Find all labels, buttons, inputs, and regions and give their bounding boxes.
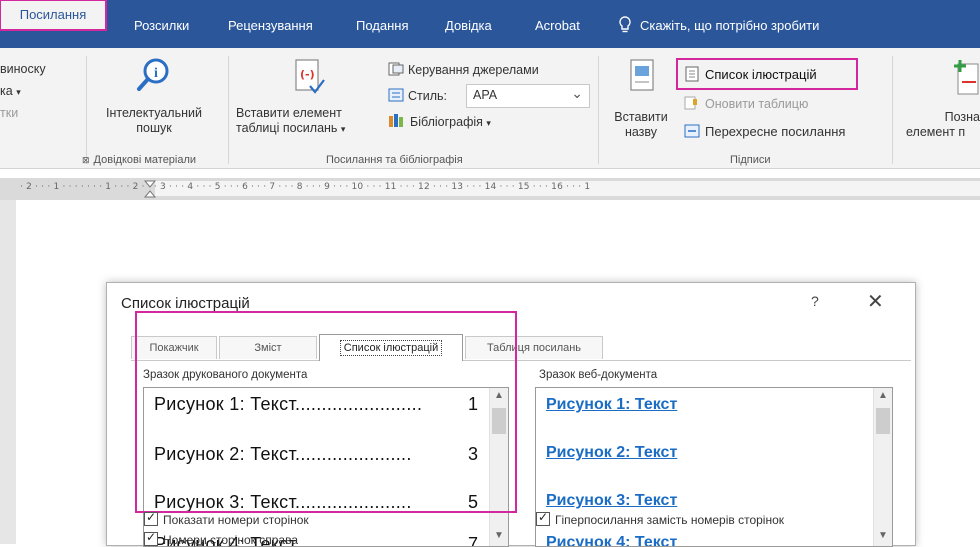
list-item[interactable]: Рисунок 3: Текст bbox=[546, 492, 677, 510]
group-label-citations: Посилання та бібліографія bbox=[326, 154, 463, 166]
list-item[interactable]: Рисунок 2: Текст bbox=[546, 444, 677, 462]
ribbon-tab-bar: Посилання Розсилки Рецензування Подання … bbox=[0, 0, 980, 48]
tab-mailings[interactable]: Розсилки bbox=[134, 15, 189, 37]
use-hyperlinks-checkbox[interactable]: Гіперпосилання замість номерів сторінок bbox=[536, 510, 784, 527]
horizontal-ruler[interactable]: · 2 · · · 1 · · · · · · · 1 · · · 2 · · … bbox=[0, 178, 980, 200]
style-selector[interactable]: Стиль: bbox=[388, 88, 447, 104]
highlight-print-preview bbox=[135, 311, 517, 513]
tab-acrobat[interactable]: Acrobat bbox=[535, 15, 580, 37]
search-icon[interactable]: i bbox=[134, 56, 172, 96]
bibliography-icon bbox=[389, 114, 403, 127]
tell-me-box[interactable]: Скажіть, що потрібно зробити bbox=[618, 15, 819, 37]
checkbox-icon bbox=[144, 510, 158, 526]
highlight-table-of-figures bbox=[676, 58, 858, 90]
manage-sources-button[interactable]: Керування джерелами bbox=[388, 62, 539, 78]
mark-entry-icon[interactable] bbox=[952, 56, 980, 96]
table-of-figures-dialog: Список ілюстрацій ? ✕ Покажчик Зміст Спи… bbox=[106, 282, 916, 547]
insert-citation-icon[interactable]: (-) bbox=[292, 58, 326, 98]
update-table-button: Оновити таблицю bbox=[684, 96, 808, 112]
tab-references[interactable]: Посилання bbox=[0, 0, 107, 31]
scroll-down-icon[interactable]: ▼ bbox=[874, 530, 892, 541]
tell-me-text: Скажіть, що потрібно зробити bbox=[640, 18, 820, 33]
insert-citation-button[interactable]: Вставити елемент таблиці посилань ▾ bbox=[236, 106, 345, 137]
list-item[interactable]: Рисунок 4: Текст bbox=[546, 534, 677, 546]
update-table-icon bbox=[684, 96, 697, 110]
bibliography-button[interactable]: Бібліографія ▾ bbox=[388, 114, 491, 131]
checkbox-icon bbox=[536, 510, 550, 526]
tab-help[interactable]: Довідка bbox=[445, 15, 492, 37]
svg-text:(-): (-) bbox=[300, 68, 315, 81]
cross-reference-icon bbox=[684, 124, 700, 138]
insert-caption-icon[interactable] bbox=[628, 58, 656, 98]
tab-review[interactable]: Рецензування bbox=[228, 15, 313, 37]
close-icon[interactable]: ✕ bbox=[867, 289, 884, 314]
manage-sources-icon bbox=[388, 62, 404, 76]
insert-footnote-partial[interactable]: виноску bbox=[0, 62, 46, 77]
mark-entry-button[interactable]: Позна елемент п bbox=[906, 110, 980, 140]
chevron-down-icon: ⌄ bbox=[571, 85, 583, 101]
svg-text:i: i bbox=[154, 66, 158, 81]
show-page-numbers-checkbox[interactable]: Показати номери сторінок bbox=[144, 510, 309, 527]
indent-marker-icon[interactable] bbox=[143, 180, 157, 198]
insert-caption-button[interactable]: Вставити назву bbox=[608, 110, 674, 140]
group-label-insights: ⊠ Довідкові матеріали bbox=[82, 154, 197, 166]
style-icon bbox=[388, 88, 404, 102]
lightbulb-icon bbox=[619, 16, 631, 33]
ribbon-item-partial[interactable]: ка ▾ bbox=[0, 84, 21, 100]
list-item[interactable]: Рисунок 1: Текст bbox=[546, 396, 677, 414]
help-button[interactable]: ? bbox=[811, 293, 819, 309]
smart-lookup-button[interactable]: Інтелектуальний пошук bbox=[98, 106, 210, 136]
tab-view[interactable]: Подання bbox=[356, 15, 409, 37]
group-label-captions: Підписи bbox=[730, 154, 771, 166]
style-dropdown[interactable]: APA ⌄ bbox=[466, 84, 590, 108]
web-preview-label: Зразок веб-документа bbox=[539, 369, 658, 381]
cross-reference-button[interactable]: Перехресне посилання bbox=[684, 124, 845, 139]
scroll-up-icon[interactable]: ▲ bbox=[874, 390, 892, 401]
scrollbar[interactable]: ▲ ▼ bbox=[873, 388, 892, 546]
right-align-page-numbers-checkbox[interactable]: Номери сторінок справа bbox=[144, 530, 298, 547]
ruler-scale: · 2 · · · 1 · · · · · · · 1 · · · 2 · · … bbox=[20, 182, 591, 192]
scroll-thumb[interactable] bbox=[876, 408, 890, 434]
dialog-title: Список ілюстрацій bbox=[121, 295, 250, 312]
ribbon-item-partial-2: тки bbox=[0, 106, 19, 120]
style-value: APA bbox=[473, 88, 498, 102]
scroll-down-icon[interactable]: ▼ bbox=[490, 530, 508, 541]
